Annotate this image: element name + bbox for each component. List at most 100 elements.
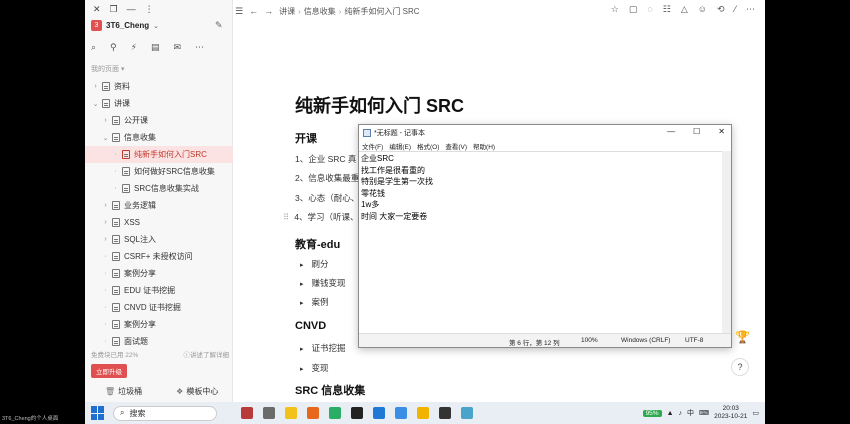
close-icon[interactable]: ✕ xyxy=(93,4,101,15)
magic-icon[interactable]: ⁄ xyxy=(734,4,736,15)
chevron-right-icon[interactable]: › xyxy=(101,236,110,243)
firefox-icon[interactable] xyxy=(307,407,319,419)
chevron-right-icon[interactable]: › xyxy=(101,117,110,124)
chevron-right-icon[interactable]: › xyxy=(101,219,110,226)
start-button[interactable] xyxy=(91,406,105,420)
chevron-right-icon[interactable]: › xyxy=(101,202,110,209)
chevron-right-icon[interactable]: › xyxy=(91,83,100,90)
close-icon[interactable]: ✕ xyxy=(718,127,725,136)
notepad-text-area[interactable]: 企业SRC 找工作是很看重的 特别是学生第一次找 零花钱 1w多 时间 大家一定… xyxy=(359,151,723,334)
history-icon[interactable]: ⟲ xyxy=(717,4,725,15)
star-icon[interactable]: ☆ xyxy=(611,4,619,15)
keyboard-icon[interactable]: ⌨ xyxy=(699,409,709,417)
breadcrumb-item[interactable]: 讲课 xyxy=(279,6,295,17)
clock[interactable]: 20:03 2023-10-21 xyxy=(714,405,747,421)
app-icon[interactable] xyxy=(241,407,253,419)
trophy-icon[interactable]: 🏆 xyxy=(735,330,750,344)
task-view-icon[interactable] xyxy=(263,407,275,419)
photos-icon[interactable] xyxy=(395,407,407,419)
sidebar-tree-item[interactable]: › 业务逻辑 xyxy=(85,197,233,214)
app-icon[interactable] xyxy=(373,407,385,419)
taskbar-search[interactable]: ⌕ 搜索 xyxy=(113,405,217,421)
chevron-down-icon[interactable]: ⌄ xyxy=(91,100,100,108)
ime-indicator[interactable]: 中 xyxy=(687,408,694,418)
more-icon[interactable]: ⋯ xyxy=(746,4,755,15)
sidebar-tree-item[interactable]: · 案例分享 xyxy=(85,316,233,333)
notifications-icon[interactable]: ▭ xyxy=(752,409,759,417)
sidebar-tree-item[interactable]: ⌄ 讲课 xyxy=(85,95,233,112)
comment-icon[interactable]: ▢ xyxy=(629,4,638,15)
sidebar-tree-item[interactable]: ⌄ 信息收集 xyxy=(85,129,233,146)
toggle-item[interactable]: 刷分 xyxy=(300,258,329,270)
help-button[interactable]: ? xyxy=(731,358,749,376)
breadcrumb-item[interactable]: 信息收集 xyxy=(304,6,336,17)
inbox-icon[interactable]: ✉ xyxy=(173,42,181,53)
new-page-icon[interactable]: ✎ xyxy=(215,20,223,31)
trash-button[interactable]: 🗑 垃圾桶 xyxy=(105,386,142,397)
drag-handle-icon[interactable]: ⠿ xyxy=(283,212,289,222)
qq-icon[interactable] xyxy=(285,407,297,419)
menu-view[interactable]: 查看(V) xyxy=(445,141,467,151)
dot-icon[interactable]: · xyxy=(101,321,110,328)
network-icon[interactable]: ▲ xyxy=(667,410,674,417)
user-add-icon[interactable]: ☺ xyxy=(698,4,707,15)
dot-icon[interactable]: · xyxy=(101,304,110,311)
chat-icon[interactable]: ◌ xyxy=(647,4,652,15)
sidebar-tree-item[interactable]: › 公开课 xyxy=(85,112,233,129)
menu-icon[interactable]: ☰ xyxy=(235,6,243,17)
quota-link[interactable]: ⓘ讲述了解详细 xyxy=(184,349,230,359)
sidebar-tree-item[interactable]: › 资料 xyxy=(85,78,233,95)
flash-icon[interactable]: ⚡ xyxy=(131,42,137,53)
more-icon[interactable]: ⋮ xyxy=(145,4,154,15)
minimize-icon[interactable]: — xyxy=(667,127,675,136)
toggle-item[interactable]: 赚钱变现 xyxy=(300,277,346,289)
toggle-item[interactable]: 证书挖掘 xyxy=(300,342,346,354)
sidebar-tree-item[interactable]: › SQL注入 xyxy=(85,231,233,248)
forward-icon[interactable]: → xyxy=(264,6,273,16)
dot-icon[interactable]: · xyxy=(101,287,110,294)
volume-icon[interactable]: ♪ xyxy=(679,410,683,417)
search-icon[interactable]: ⌕ xyxy=(91,42,96,53)
menu-help[interactable]: 帮助(H) xyxy=(473,141,495,151)
book-icon[interactable]: ▤ xyxy=(151,42,160,53)
sidebar-tree-item[interactable]: · 案例分享 xyxy=(85,265,233,282)
toggle-item[interactable]: 变现 xyxy=(300,362,329,374)
battery-indicator[interactable]: 95% xyxy=(642,409,662,417)
sidebar-tree-item[interactable]: · CSRF+ 未授权访问 xyxy=(85,248,233,265)
sidebar-tree-item[interactable]: · 面试题 xyxy=(85,333,233,350)
dot-icon[interactable]: · xyxy=(101,338,110,345)
upgrade-button[interactable]: 立即升级 xyxy=(91,364,127,378)
chevron-down-icon[interactable]: ⌄ xyxy=(101,134,110,142)
dot-icon[interactable]: · xyxy=(111,151,120,158)
sidebar-tree-item[interactable]: · 如何做好SRC信息收集 xyxy=(85,163,233,180)
sidebar-tree-item[interactable]: · CNVD 证书挖掘 xyxy=(85,299,233,316)
menu-edit[interactable]: 编辑(E) xyxy=(389,141,411,151)
dot-icon[interactable]: · xyxy=(101,253,110,260)
share-icon[interactable]: ⚲ xyxy=(110,42,117,53)
terminal-icon[interactable] xyxy=(351,407,363,419)
sidebar-tree-item[interactable]: · SRC信息收集实战 xyxy=(85,180,233,197)
sidebar-tree-item[interactable]: › XSS xyxy=(85,214,233,231)
toggle-item[interactable]: 案例 xyxy=(300,296,329,308)
sidebar-tree-item[interactable]: · 纯新手如何入门SRC xyxy=(85,146,233,163)
workspace-switcher[interactable]: 3 3T6_Cheng ⌄ xyxy=(91,20,159,31)
share-icon[interactable]: △ xyxy=(681,4,688,15)
menu-file[interactable]: 文件(F) xyxy=(362,141,383,151)
more-icon[interactable]: ⋯ xyxy=(195,42,204,53)
sidebar-tree-item[interactable]: · EDU 证书挖掘 xyxy=(85,282,233,299)
app-icon[interactable] xyxy=(439,407,451,419)
restore-icon[interactable]: ❐ xyxy=(110,4,118,15)
minimize-icon[interactable]: — xyxy=(127,4,136,15)
dot-icon[interactable]: · xyxy=(111,185,120,192)
folder-icon[interactable] xyxy=(417,407,429,419)
vertical-scrollbar[interactable] xyxy=(722,151,731,334)
dot-icon[interactable]: · xyxy=(101,270,110,277)
menu-format[interactable]: 格式(O) xyxy=(417,141,439,151)
maximize-icon[interactable]: ☐ xyxy=(693,127,700,136)
template-center-button[interactable]: ❖ 模板中心 xyxy=(176,386,218,397)
back-icon[interactable]: ← xyxy=(249,6,258,16)
wechat-icon[interactable] xyxy=(329,407,341,419)
dot-icon[interactable]: · xyxy=(111,168,120,175)
notepad-taskbar-icon[interactable] xyxy=(461,407,473,419)
outline-icon[interactable]: ☷ xyxy=(663,4,671,15)
